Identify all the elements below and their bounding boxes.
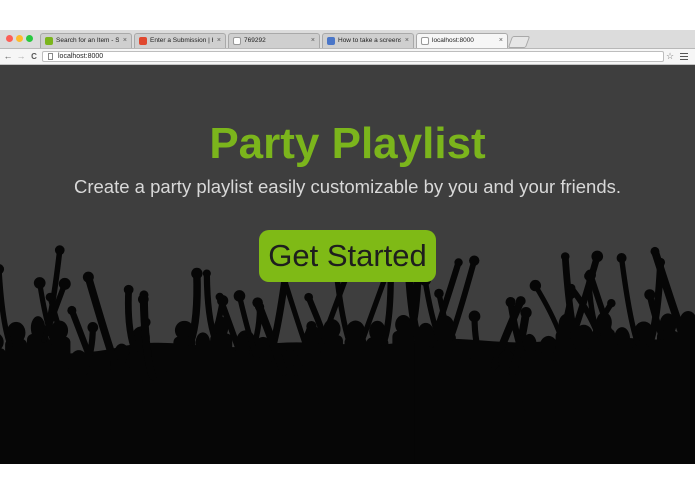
tab-close-icon[interactable]: ×	[123, 34, 127, 48]
hackathon-favicon-icon	[139, 37, 147, 45]
page-favicon-icon	[421, 37, 429, 45]
new-tab-button[interactable]	[507, 36, 531, 48]
url-text[interactable]: localhost:8000	[58, 52, 103, 61]
tab-strip: Search for an Item - Spoti × Enter a Sub…	[0, 30, 695, 49]
tab-localhost[interactable]: localhost:8000 ×	[416, 33, 508, 48]
tab-title: localhost:8000	[432, 37, 474, 44]
page-icon	[48, 53, 53, 60]
window-minimize-button[interactable]	[16, 35, 23, 42]
tab-title: 769292	[244, 37, 266, 44]
tab-title: Enter a Submission | Hack	[150, 37, 213, 44]
tab-close-icon[interactable]: ×	[217, 34, 221, 48]
tab-close-icon[interactable]: ×	[311, 34, 315, 48]
window-close-button[interactable]	[6, 35, 13, 42]
back-arrow-icon[interactable]: ←	[3, 49, 13, 64]
window-maximize-button[interactable]	[26, 35, 33, 42]
bookmark-star-icon[interactable]: ☆	[666, 49, 674, 64]
tab-title: Search for an Item - Spoti	[56, 37, 119, 44]
page-title: Party Playlist	[209, 119, 486, 168]
tab-769292[interactable]: 769292 ×	[228, 33, 320, 48]
spotify-favicon-icon	[45, 37, 53, 45]
reload-icon[interactable]: C	[29, 49, 39, 64]
browser-toolbar: ← → C localhost:8000 ☆	[0, 49, 695, 65]
howto-favicon-icon	[327, 37, 335, 45]
tab-close-icon[interactable]: ×	[405, 34, 409, 48]
forward-arrow-icon[interactable]: →	[16, 49, 26, 64]
page-subtitle: Create a party playlist easily customiza…	[73, 176, 622, 197]
tab-title: How to take a screenshot	[338, 37, 401, 44]
menu-icon[interactable]	[680, 53, 688, 60]
tab-spotify-search[interactable]: Search for an Item - Spoti ×	[40, 33, 132, 48]
page-content: Party Playlist Create a party playlist e…	[0, 65, 695, 464]
page-favicon-icon	[233, 37, 241, 45]
get-started-button[interactable]: Get Started	[259, 230, 436, 282]
tab-screenshot-howto[interactable]: How to take a screenshot ×	[322, 33, 414, 48]
tab-close-icon[interactable]: ×	[499, 34, 503, 48]
address-bar[interactable]: localhost:8000	[42, 51, 664, 62]
browser-window: Search for an Item - Spoti × Enter a Sub…	[0, 30, 695, 464]
tab-hackathon-submission[interactable]: Enter a Submission | Hack ×	[134, 33, 226, 48]
